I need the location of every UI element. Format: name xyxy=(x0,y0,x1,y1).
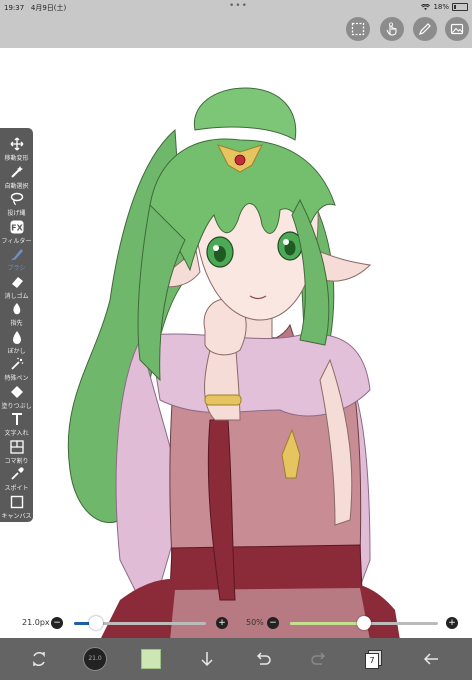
brush-size-minus-button[interactable]: − xyxy=(51,617,63,629)
layers-button[interactable]: 7 xyxy=(360,646,386,672)
brush-size-knob[interactable] xyxy=(89,616,104,630)
status-time: 19:37 xyxy=(4,4,25,12)
tool-fx[interactable]: FX フィルター xyxy=(0,217,33,247)
layers-icon: 7 xyxy=(365,650,382,669)
drawing-canvas[interactable] xyxy=(0,48,472,638)
tool-move[interactable]: 移動変形 xyxy=(0,134,33,164)
tool-label: キャンバス xyxy=(1,512,32,520)
tool-frame-divider[interactable]: コマ割り xyxy=(0,437,33,467)
text-icon xyxy=(10,412,24,426)
blur-icon xyxy=(10,330,24,344)
tool-special-pen[interactable]: 特殊ペン xyxy=(0,354,33,384)
brush-icon xyxy=(10,247,24,261)
tool-text[interactable]: 文字入れ xyxy=(0,409,33,439)
rotate-arrows-icon xyxy=(33,652,45,666)
selection-icon xyxy=(351,22,365,36)
pen-pressure-icon xyxy=(419,23,431,35)
gesture-hand-icon xyxy=(386,22,397,36)
transform-button[interactable] xyxy=(26,646,52,672)
tool-panel: 移動変形 自動選択 投げ縄 FX フィルター ブラシ 消しゴム 指先 ぼかし 特殊ペン 塗りつぶし文… xyxy=(0,128,33,522)
tool-canvas[interactable]: キャンバス xyxy=(0,492,33,522)
redo-button[interactable] xyxy=(306,646,332,672)
svg-text:FX: FX xyxy=(11,223,23,232)
save-down-button[interactable] xyxy=(194,646,220,672)
move-icon xyxy=(10,137,24,151)
lasso-icon xyxy=(10,192,24,206)
opacity-value: 50% xyxy=(246,618,264,627)
wifi-icon xyxy=(421,3,431,10)
tool-fill[interactable]: 塗りつぶし xyxy=(0,382,33,412)
tool-eraser[interactable]: 消しゴム xyxy=(0,272,33,302)
brush-sliders: 21.0px − + 50% − + xyxy=(0,612,472,636)
gesture-button[interactable] xyxy=(380,17,404,41)
tool-brush[interactable]: ブラシ xyxy=(0,244,33,274)
redo-icon xyxy=(311,652,326,665)
selection-button[interactable] xyxy=(346,17,370,41)
smudge-icon xyxy=(10,302,24,316)
back-button[interactable] xyxy=(418,646,444,672)
undo-button[interactable] xyxy=(250,646,276,672)
current-color-swatch xyxy=(141,649,161,669)
bottom-toolbar: 21.0 7 xyxy=(0,638,472,680)
undo-icon xyxy=(256,652,271,665)
color-button[interactable] xyxy=(138,646,164,672)
fx-icon: FX xyxy=(10,220,24,234)
layer-count: 7 xyxy=(365,653,379,669)
brush-size-value: 21.0px xyxy=(22,618,50,627)
battery-icon xyxy=(452,3,468,11)
battery-percent: 18% xyxy=(433,3,449,11)
eyedropper-icon xyxy=(10,467,24,481)
brush-size-plus-button[interactable]: + xyxy=(216,617,228,629)
magic-wand-icon xyxy=(10,165,24,179)
status-date: 4月9日(土) xyxy=(30,4,67,12)
eraser-icon xyxy=(10,275,24,289)
layer-button[interactable] xyxy=(445,17,469,41)
pen-button[interactable] xyxy=(413,17,437,41)
frame-divider-icon xyxy=(10,439,24,454)
brush-preview-button[interactable]: 21.0 xyxy=(82,646,108,672)
tool-blur[interactable]: ぼかし xyxy=(0,327,33,357)
layer-image-icon xyxy=(450,23,464,35)
status-bar: 19:37 4月9日(土) ••• 18% xyxy=(0,0,472,14)
tool-magic-wand[interactable]: 自動選択 xyxy=(0,162,33,192)
fill-icon xyxy=(10,385,24,399)
tool-smudge[interactable]: 指先 xyxy=(0,299,33,329)
opacity-plus-button[interactable]: + xyxy=(446,617,458,629)
top-toolbar xyxy=(0,14,472,48)
brush-preview-icon: 21.0 xyxy=(83,647,107,671)
opacity-knob[interactable] xyxy=(357,616,371,630)
arrow-down-icon xyxy=(201,652,213,667)
tool-lasso[interactable]: 投げ縄 xyxy=(0,189,33,219)
canvas-icon xyxy=(10,495,24,509)
character-illustration xyxy=(67,87,400,638)
opacity-minus-button[interactable]: − xyxy=(267,617,279,629)
tool-eyedropper[interactable]: スポイト xyxy=(0,464,33,494)
arrow-left-icon xyxy=(423,653,438,665)
special-pen-icon xyxy=(10,357,24,371)
multitask-dots-icon[interactable]: ••• xyxy=(229,1,248,11)
